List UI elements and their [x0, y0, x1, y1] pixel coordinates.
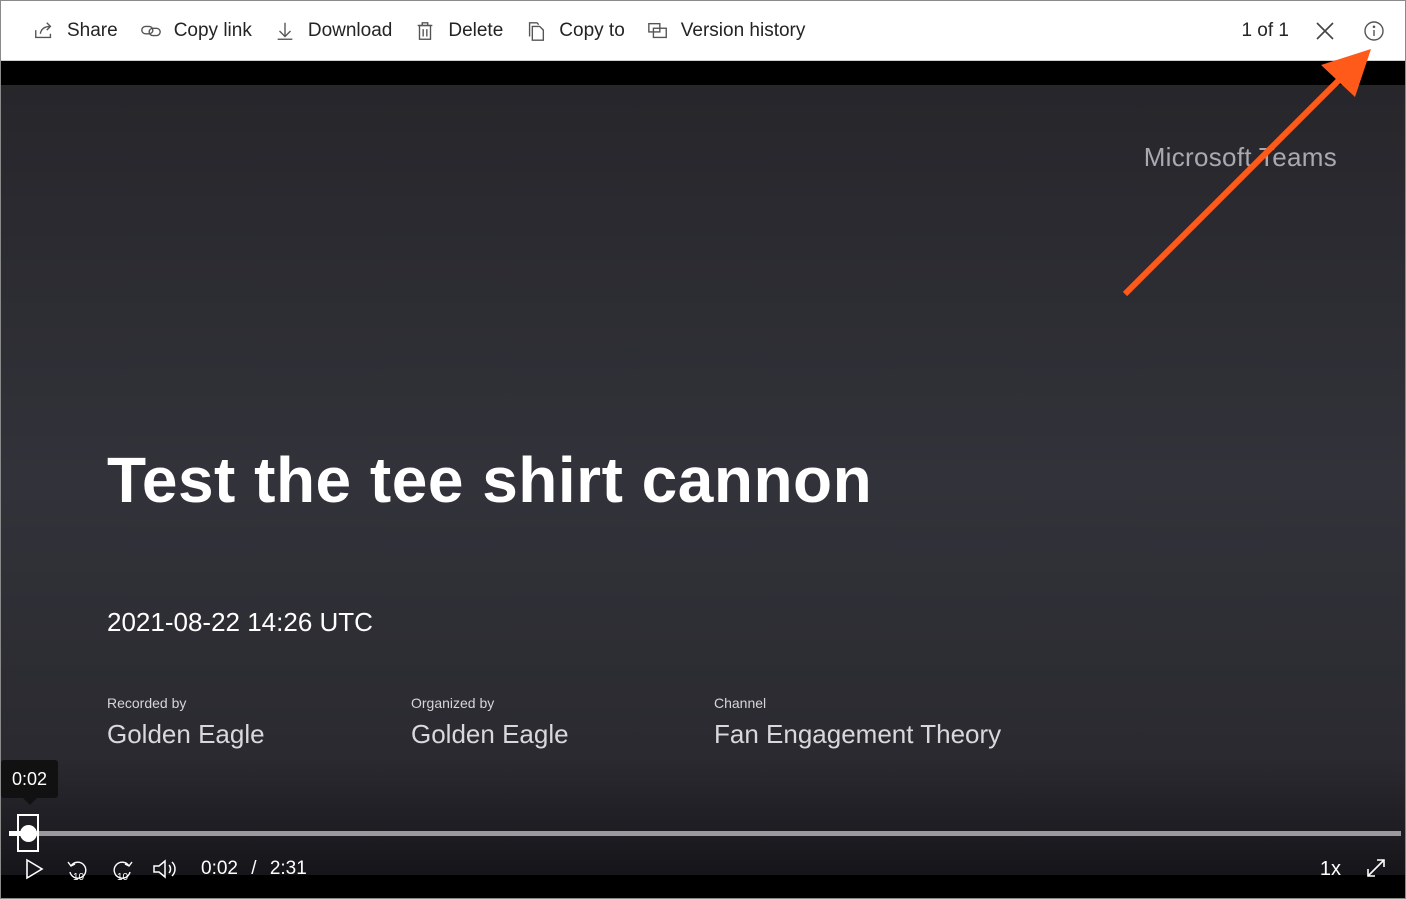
player-controls: 10 10 0:02 / 2:31 1x: [1, 849, 1405, 889]
organized-by-value: Golden Eagle: [411, 719, 569, 749]
current-time: 0:02: [201, 858, 238, 879]
playback-rate-button[interactable]: 1x: [1320, 858, 1341, 881]
recorded-by-label: Recorded by: [107, 695, 187, 711]
link-icon: [140, 25, 161, 36]
recorded-by-block: Recorded by Golden Eagle: [107, 695, 265, 750]
version-history-icon: [647, 22, 667, 38]
seek-thumb[interactable]: [20, 825, 37, 842]
duration: 2:31: [269, 858, 307, 879]
version-history-label: Version history: [680, 19, 806, 41]
organized-by-block: Organized by Golden Eagle: [411, 695, 569, 750]
forward-button[interactable]: 10: [109, 857, 135, 883]
brand-label: Microsoft Teams: [1143, 142, 1337, 172]
copy-icon: [529, 21, 545, 41]
channel-block: Channel Fan Engagement Theory: [714, 695, 1001, 750]
meeting-title: Test the tee shirt cannon: [107, 444, 873, 516]
copy-link-button[interactable]: Copy link: [140, 1, 252, 61]
forward-seconds: 10: [117, 872, 129, 883]
info-button[interactable]: [1363, 20, 1385, 42]
channel-value: Fan Engagement Theory: [714, 719, 1002, 749]
share-button[interactable]: Share: [33, 1, 118, 61]
trash-icon: [418, 21, 433, 40]
rewind-seconds: 10: [73, 872, 85, 883]
close-button[interactable]: [1315, 21, 1335, 41]
video-player[interactable]: Microsoft Teams Test the tee shirt canno…: [1, 85, 1405, 875]
rewind-button[interactable]: 10: [65, 857, 91, 883]
fullscreen-icon: [1367, 859, 1385, 877]
play-icon: [26, 858, 44, 880]
volume-icon: [153, 859, 176, 879]
recorded-by-value: Golden Eagle: [107, 719, 265, 749]
copy-to-label: Copy to: [559, 19, 625, 41]
rewind-10-icon: 10: [67, 861, 87, 883]
delete-button[interactable]: Delete: [414, 1, 503, 61]
time-display: 0:02 / 2:31: [201, 858, 307, 880]
file-viewer: Share Copy link Download Delete Copy to: [0, 0, 1406, 899]
copy-link-label: Copy link: [173, 19, 252, 41]
delete-label: Delete: [448, 19, 504, 41]
volume-button[interactable]: [151, 857, 177, 881]
item-counter: 1 of 1: [1241, 20, 1289, 41]
organized-by-label: Organized by: [411, 695, 495, 711]
tooltip-tail: [23, 798, 37, 805]
meeting-datetime: 2021-08-22 14:26 UTC: [107, 607, 373, 637]
info-icon: [1364, 21, 1384, 41]
close-icon: [1316, 22, 1334, 40]
seek-time-tooltip: 0:02: [1, 760, 58, 798]
download-icon: [277, 22, 293, 40]
channel-label: Channel: [714, 695, 767, 711]
forward-10-icon: 10: [113, 861, 133, 883]
download-label: Download: [307, 19, 393, 41]
download-button[interactable]: Download: [274, 1, 393, 61]
fullscreen-button[interactable]: [1365, 857, 1387, 879]
copy-to-button[interactable]: Copy to: [525, 1, 625, 61]
toolbar: Share Copy link Download Delete Copy to: [1, 1, 1405, 61]
play-button[interactable]: [23, 857, 45, 881]
seek-bar[interactable]: [9, 831, 1401, 836]
time-separator: /: [251, 858, 257, 879]
version-history-button[interactable]: Version history: [647, 1, 806, 61]
share-label: Share: [67, 19, 118, 41]
share-icon: [35, 21, 52, 38]
toolbar-right: 1 of 1: [1241, 1, 1405, 61]
